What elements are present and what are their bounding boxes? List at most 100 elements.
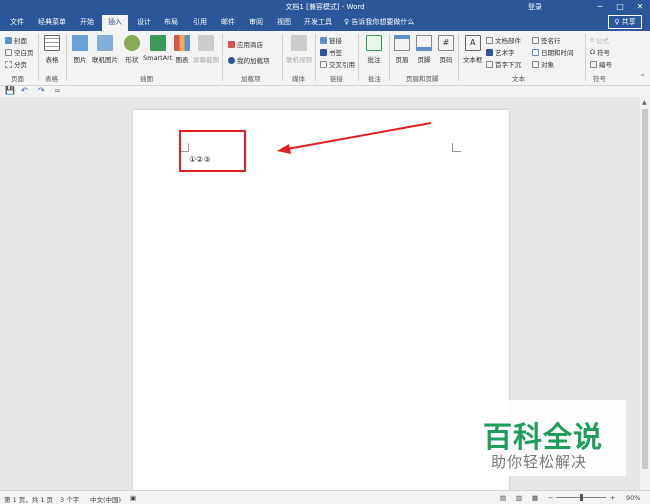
online-pictures-button[interactable]: 联机图片	[92, 35, 118, 64]
quick-parts-icon	[486, 36, 493, 44]
watermark-subtitle: 助你轻松解决	[491, 453, 588, 471]
cover-page-icon	[5, 36, 12, 44]
zoom-slider-thumb[interactable]	[580, 494, 583, 501]
zoom-out-icon[interactable]: −	[548, 494, 553, 502]
object-button[interactable]: 对象	[532, 59, 554, 69]
smartart-button[interactable]: SmartArt	[143, 35, 172, 62]
tab-insert[interactable]: 插入	[102, 15, 128, 31]
tab-design[interactable]: 设计	[137, 17, 151, 27]
bookmark-button[interactable]: 书签	[320, 47, 342, 57]
redo-icon[interactable]: ↷	[38, 86, 45, 95]
undo-icon[interactable]: ↶	[21, 86, 28, 95]
zoom-level[interactable]: 90%	[626, 494, 640, 502]
language[interactable]: 中文(中国)	[90, 494, 121, 504]
close-icon[interactable]: ✕	[630, 1, 650, 13]
tab-references[interactable]: 引用	[193, 17, 207, 27]
document-page[interactable]: ①②③	[133, 110, 509, 490]
smartart-icon	[149, 35, 166, 51]
cover-page-button[interactable]: 封面	[5, 35, 27, 45]
watermark-title: 百科全说	[483, 420, 604, 454]
online-video-button[interactable]: 联机视频	[286, 35, 312, 64]
page-count[interactable]: 第 1 页，共 1 页	[4, 494, 53, 504]
zoom-in-icon[interactable]: +	[610, 494, 615, 502]
page-break-button[interactable]: 分页	[5, 59, 27, 69]
numbering-label: 编号	[599, 61, 612, 69]
word-count[interactable]: 3 个字	[60, 494, 79, 504]
equation-button[interactable]: π 公式	[590, 35, 609, 45]
group-label-media: 媒体	[292, 75, 305, 83]
minimize-icon[interactable]: ─	[590, 1, 610, 13]
customize-qat-icon[interactable]: =	[54, 86, 61, 95]
pictures-button[interactable]: 图片	[72, 35, 88, 64]
group-label-links: 链接	[330, 75, 343, 83]
cross-reference-button[interactable]: 交叉引用	[320, 59, 355, 69]
tab-layout[interactable]: 布局	[164, 17, 178, 27]
tab-home[interactable]: 开始	[80, 17, 94, 27]
picture-icon	[72, 35, 88, 51]
store-label: 应用商店	[237, 41, 263, 49]
tab-developer[interactable]: 开发工具	[304, 17, 332, 27]
numbering-button[interactable]: 编号	[590, 59, 612, 69]
divider	[315, 34, 316, 81]
web-layout-icon[interactable]: ▦	[532, 494, 538, 502]
chart-button[interactable]: 图表	[174, 35, 190, 64]
store-icon	[228, 40, 235, 48]
ribbon-insert: 封面 空白页 分页 页面 表格 表格 图片 联机图片 形状 SmartArt 图…	[0, 31, 650, 86]
share-button[interactable]: ♀ 共享	[608, 15, 642, 29]
tab-mailings[interactable]: 邮件	[221, 17, 235, 27]
scroll-up-icon[interactable]: ▲	[642, 99, 647, 106]
online-pictures-label: 联机图片	[92, 56, 118, 64]
maximize-icon[interactable]: □	[610, 1, 630, 13]
footer-label: 页脚	[417, 56, 431, 64]
status-bar: 第 1 页，共 1 页 3 个字 中文(中国) ▣ ▤ ▥ ▦ − + 90%	[0, 490, 650, 504]
ribbon-tabs: 文件 经典菜单 开始 插入 设计 布局 引用 邮件 审阅 视图 开发工具 ♀ 告…	[0, 14, 650, 31]
quick-parts-button[interactable]: 文档部件	[486, 35, 521, 45]
group-label-addins: 加载项	[241, 75, 261, 83]
login-link[interactable]: 登录	[528, 2, 542, 12]
signature-line-button[interactable]: 签名行	[532, 35, 561, 45]
my-addins-button[interactable]: 我的加载项	[228, 55, 270, 65]
footer-button[interactable]: 页脚	[416, 35, 432, 64]
print-layout-icon[interactable]: ▥	[516, 494, 522, 502]
vertical-scrollbar[interactable]: ▲	[640, 97, 650, 490]
header-icon	[394, 35, 410, 51]
tab-file[interactable]: 文件	[10, 17, 24, 27]
text-box-icon: A	[464, 35, 481, 51]
drop-cap-button[interactable]: 首字下沉	[486, 59, 521, 69]
quick-access-toolbar: 💾 ↶ ↷ =	[0, 86, 650, 97]
tab-review[interactable]: 审阅	[249, 17, 263, 27]
tab-view[interactable]: 视图	[277, 17, 291, 27]
camera-icon	[198, 35, 214, 51]
table-label: 表格	[45, 56, 59, 64]
save-icon[interactable]: 💾	[5, 86, 15, 95]
date-time-button[interactable]: 日期和时间	[532, 47, 574, 57]
wordart-button[interactable]: 艺术字	[486, 47, 515, 57]
online-picture-icon	[97, 35, 113, 51]
store-button[interactable]: 应用商店	[228, 39, 263, 49]
divider	[282, 34, 283, 81]
video-icon	[291, 35, 307, 51]
highlight-box	[179, 130, 246, 172]
macro-icon[interactable]: ▣	[130, 494, 136, 502]
text-box-button[interactable]: A 文本框	[463, 35, 483, 64]
blank-page-button[interactable]: 空白页	[5, 47, 34, 57]
shapes-button[interactable]: 形状	[124, 35, 140, 64]
link-button[interactable]: 链接	[320, 35, 342, 45]
date-time-label: 日期和时间	[541, 49, 574, 57]
cover-page-label: 封面	[14, 37, 27, 45]
footer-icon	[416, 35, 432, 51]
screenshot-button[interactable]: 屏幕截图	[193, 35, 219, 64]
read-mode-icon[interactable]: ▤	[500, 494, 506, 502]
symbol-label: 符号	[596, 49, 610, 57]
comment-button[interactable]: 批注	[366, 35, 382, 64]
collapse-ribbon-icon[interactable]: ⌃	[640, 73, 645, 81]
group-label-comments: 批注	[368, 75, 381, 83]
table-button[interactable]: 表格	[44, 35, 60, 64]
page-number-button[interactable]: # 页码	[438, 35, 454, 64]
header-button[interactable]: 页眉	[394, 35, 410, 64]
scroll-thumb[interactable]	[642, 109, 648, 469]
equation-label: 公式	[595, 37, 609, 45]
tell-me-search[interactable]: ♀ 告诉我你想要做什么	[344, 17, 414, 27]
symbol-button[interactable]: Ω 符号	[590, 47, 610, 57]
tab-classic-menu[interactable]: 经典菜单	[38, 17, 66, 27]
